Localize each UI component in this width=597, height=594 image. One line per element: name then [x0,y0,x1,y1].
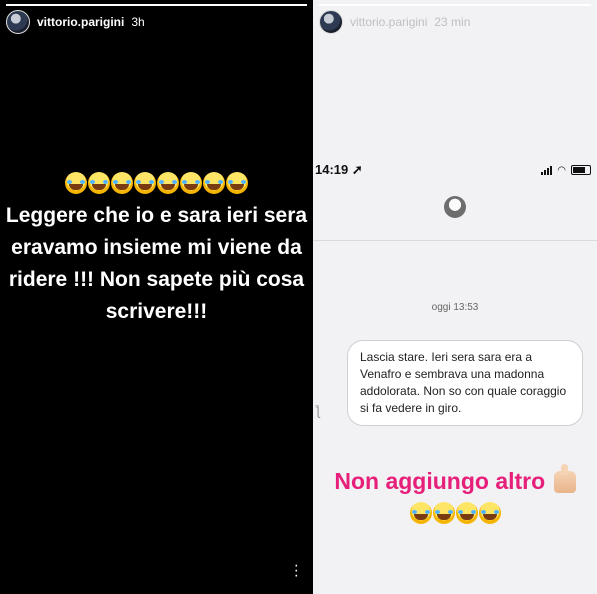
face-with-tears-of-joy-icon [203,172,225,194]
thumbs-up-icon [553,463,576,493]
face-with-tears-of-joy-icon [88,172,110,194]
caption-text: Non aggiungo altro [334,468,546,494]
signal-icon [541,165,553,175]
face-with-tears-of-joy-icon [455,502,478,524]
vertical-dots-icon[interactable]: · · · [294,558,299,584]
story-text: Leggere che io e sara ieri sera eravamo … [5,204,308,323]
face-with-tears-of-joy-icon [409,502,432,524]
face-with-tears-of-joy-icon [134,172,156,194]
story-progress-bar [319,4,591,6]
avatar[interactable] [319,10,343,34]
emoji-row [0,172,313,194]
username[interactable]: vittorio.parigini [350,15,427,29]
clock: 14:19 ➚ [315,162,363,177]
phone-status-bar: 14:19 ➚ ◠ [313,162,597,178]
story-header: vittorio.parigini 23 min [319,10,470,34]
left-story-panel: vittorio.parigini 3h Leggere che io e sa… [0,0,313,594]
emoji-row [313,502,597,524]
avatar[interactable] [6,10,30,34]
face-with-tears-of-joy-icon [157,172,179,194]
story-progress-bar [6,4,307,6]
contact-avatar [444,196,466,218]
face-with-tears-of-joy-icon [226,172,248,194]
username[interactable]: vittorio.parigini [37,15,124,29]
face-with-tears-of-joy-icon [111,172,133,194]
time-ago: 23 min [434,15,471,29]
face-with-tears-of-joy-icon [65,172,87,194]
divider [313,240,597,241]
sticker-icon: ƪ [315,402,321,418]
face-with-tears-of-joy-icon [432,502,455,524]
story-header: vittorio.parigini 3h [6,10,145,34]
face-with-tears-of-joy-icon [180,172,202,194]
face-with-tears-of-joy-icon [478,502,501,524]
story-caption: Non aggiungo altro [313,463,597,495]
right-story-panel: vittorio.parigini 23 min 14:19 ➚ ◠ oggi … [313,0,597,594]
message-bubble: Lascia stare. Ieri sera sara era a Venaf… [347,340,583,426]
wifi-icon: ◠ [557,164,566,176]
message-timestamp: oggi 13:53 [431,302,479,313]
battery-icon [571,165,591,175]
time-ago: 3h [131,15,145,29]
